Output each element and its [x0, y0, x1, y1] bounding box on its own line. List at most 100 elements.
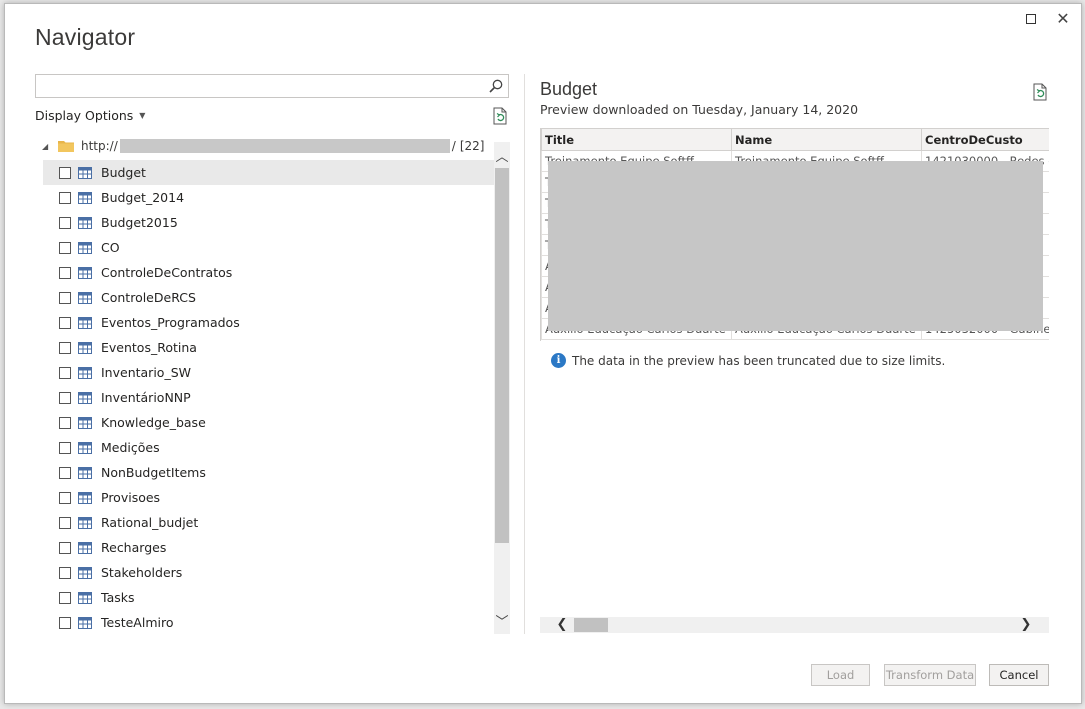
maximize-icon: [1026, 14, 1036, 24]
load-button[interactable]: Load: [811, 664, 870, 686]
table-icon: [78, 566, 92, 579]
tree-vertical-scrollbar[interactable]: ︿ ﹀: [494, 142, 510, 634]
table-icon: [78, 516, 92, 529]
tree-item-label: Eventos_Rotina: [101, 340, 197, 355]
refresh-icon[interactable]: [492, 107, 508, 125]
scroll-down-icon[interactable]: ﹀: [494, 611, 510, 630]
tree-item-label: InventárioNNP: [101, 390, 191, 405]
table-icon: [78, 441, 92, 454]
tree-item[interactable]: Stakeholders: [43, 560, 495, 585]
tree-item[interactable]: Rational_budjet: [43, 510, 495, 535]
table-icon: [78, 491, 92, 504]
collapse-arrow-icon[interactable]: ◢: [42, 142, 52, 151]
chevron-down-icon: ▼: [139, 111, 146, 120]
display-options-dropdown[interactable]: Display Options ▼: [35, 108, 145, 123]
tree-item[interactable]: Inventario_SW: [43, 360, 495, 385]
table-icon: [78, 266, 92, 279]
item-checkbox[interactable]: [59, 391, 71, 404]
table-icon: [78, 366, 92, 379]
tree-item[interactable]: Budget2015: [43, 210, 495, 235]
item-checkbox[interactable]: [59, 216, 71, 229]
dialog-title: Navigator: [35, 24, 136, 50]
table-icon: [78, 616, 92, 629]
item-checkbox[interactable]: [59, 466, 71, 479]
cancel-button[interactable]: Cancel: [989, 664, 1049, 686]
redacted-url: [119, 139, 450, 153]
item-checkbox[interactable]: [59, 241, 71, 254]
tree-item-label: NonBudgetItems: [101, 465, 206, 480]
tree-item-label: Budget: [101, 165, 146, 180]
scroll-thumb[interactable]: [495, 168, 509, 543]
item-checkbox[interactable]: [59, 166, 71, 179]
column-header[interactable]: Name: [731, 128, 922, 151]
table-icon: [78, 166, 92, 179]
item-checkbox[interactable]: [59, 566, 71, 579]
item-checkbox[interactable]: [59, 341, 71, 354]
item-checkbox[interactable]: [59, 416, 71, 429]
search-icon[interactable]: [488, 78, 504, 94]
tree-item-label: Tasks: [101, 590, 135, 605]
transform-data-button[interactable]: Transform Data: [884, 664, 976, 686]
tree-item[interactable]: Eventos_Programados: [43, 310, 495, 335]
preview-subtitle: Preview downloaded on Tuesday, January 1…: [540, 102, 859, 117]
tree-item-label: Eventos_Programados: [101, 315, 240, 330]
tree-item[interactable]: ControleDeRCS: [43, 285, 495, 310]
tree-item[interactable]: ControleDeContratos: [43, 260, 495, 285]
tree-item[interactable]: Knowledge_base: [43, 410, 495, 435]
folder-icon: [58, 141, 74, 152]
item-checkbox[interactable]: [59, 541, 71, 554]
tree-item-label: Inventario_SW: [101, 365, 191, 380]
tree-item[interactable]: Tasks: [43, 585, 495, 610]
tree-root[interactable]: ◢ http:// / [22]: [35, 135, 495, 157]
tree-item[interactable]: TesteAlmiro: [43, 610, 495, 632]
tree-item[interactable]: NonBudgetItems: [43, 460, 495, 485]
item-checkbox[interactable]: [59, 291, 71, 304]
tree-item-label: Provisoes: [101, 490, 161, 505]
tree-item[interactable]: CO: [43, 235, 495, 260]
tree-item-label: CO: [101, 240, 120, 255]
maximize-button[interactable]: [1022, 10, 1040, 28]
scroll-left-icon[interactable]: ❮: [554, 617, 570, 633]
tree-item[interactable]: Provisoes: [43, 485, 495, 510]
tree-item-label: Stakeholders: [101, 565, 183, 580]
item-checkbox[interactable]: [59, 591, 71, 604]
scroll-right-icon[interactable]: ❯: [1018, 617, 1034, 633]
item-checkbox[interactable]: [59, 266, 71, 279]
item-checkbox[interactable]: [59, 491, 71, 504]
item-checkbox[interactable]: [59, 616, 71, 629]
table-icon: [78, 216, 92, 229]
tree-item-label: ControleDeRCS: [101, 290, 196, 305]
item-checkbox[interactable]: [59, 441, 71, 454]
tree-item-label: Recharges: [101, 540, 167, 555]
item-checkbox[interactable]: [59, 516, 71, 529]
tree-item[interactable]: Budget_2014: [43, 185, 495, 210]
tree-item-label: TesteAlmiro: [101, 615, 174, 630]
item-checkbox[interactable]: [59, 316, 71, 329]
scroll-up-icon[interactable]: ︿: [494, 146, 510, 165]
tree-item[interactable]: Medições: [43, 435, 495, 460]
horizontal-scroll-thumb[interactable]: [574, 618, 608, 632]
tree-item-label: Budget_2014: [101, 190, 185, 205]
table-icon: [78, 391, 92, 404]
item-checkbox[interactable]: [59, 366, 71, 379]
tree-item[interactable]: Budget: [43, 160, 495, 185]
tree-item[interactable]: Eventos_Rotina: [43, 335, 495, 360]
column-header[interactable]: Title: [541, 128, 732, 151]
preview-horizontal-scrollbar[interactable]: ❮ ❯: [540, 617, 1049, 633]
tree-item-label: Medições: [101, 440, 160, 455]
table-icon: [78, 591, 92, 604]
item-checkbox[interactable]: [59, 191, 71, 204]
preview-refresh-icon[interactable]: [1032, 83, 1048, 101]
search-box[interactable]: [35, 74, 509, 98]
close-button[interactable]: ✕: [1054, 10, 1072, 28]
tree-item-label: Budget2015: [101, 215, 178, 230]
navigator-tree: ◢ http:// / [22] Budget Budget_2014 Budget…: [35, 132, 495, 632]
navigator-dialog: Navigator ✕ Display Options ▼ ◢ http://: [4, 3, 1082, 704]
table-icon: [78, 466, 92, 479]
tree-item[interactable]: InventárioNNP: [43, 385, 495, 410]
column-header[interactable]: CentroDeCusto: [921, 128, 1049, 151]
tree-item-label: Knowledge_base: [101, 415, 206, 430]
table-icon: [78, 291, 92, 304]
table-icon: [78, 541, 92, 554]
tree-item[interactable]: Recharges: [43, 535, 495, 560]
